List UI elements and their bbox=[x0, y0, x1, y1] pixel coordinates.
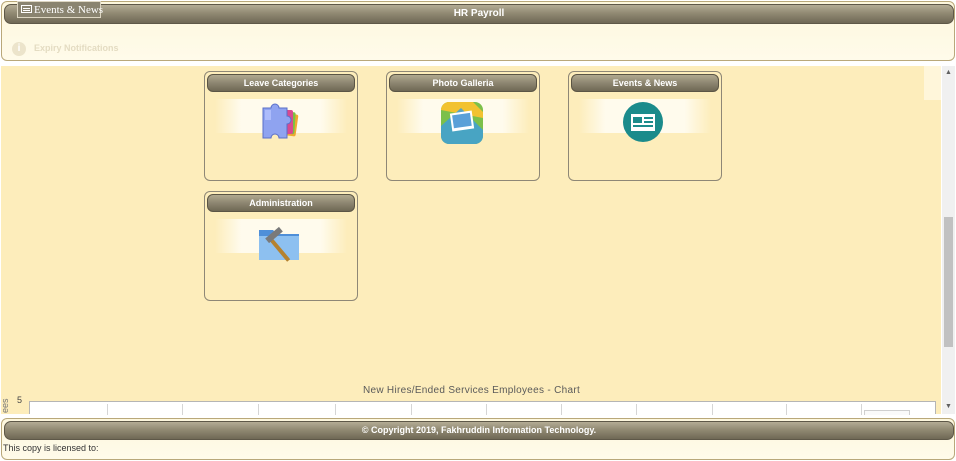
chart-y-tick: 5 bbox=[17, 395, 23, 405]
chart-gridline bbox=[107, 404, 108, 415]
copyright-bar: © Copyright 2019, Fakhruddin Information… bbox=[4, 421, 954, 440]
tile-title: Leave Categories bbox=[207, 74, 355, 92]
chart-legend bbox=[864, 410, 910, 415]
expiry-notifications[interactable]: i Expiry Notifications bbox=[12, 40, 119, 56]
photo-gallery-icon bbox=[441, 102, 483, 144]
copyright-text: © Copyright 2019, Fakhruddin Information… bbox=[361, 425, 597, 435]
scroll-thumb[interactable] bbox=[944, 217, 953, 347]
chart-plot-area bbox=[29, 401, 936, 415]
vertical-scrollbar[interactable]: ▲ ▼ bbox=[942, 66, 955, 414]
chart-gridline bbox=[335, 404, 336, 415]
chart-gridline bbox=[712, 404, 713, 415]
tile-title: Administration bbox=[207, 194, 355, 212]
app-title: HR Payroll bbox=[453, 8, 505, 19]
chart-gridline bbox=[486, 404, 487, 415]
newspaper-icon bbox=[21, 5, 32, 13]
chart-gridline bbox=[861, 404, 862, 415]
scroll-up-arrow-icon[interactable]: ▲ bbox=[942, 66, 955, 80]
chart-gridline bbox=[411, 404, 412, 415]
chart-gridline bbox=[636, 404, 637, 415]
chart-y-axis-label: ees bbox=[0, 398, 10, 413]
window-tab[interactable]: Events & News bbox=[17, 1, 104, 18]
chart-gridline bbox=[182, 404, 183, 415]
tile-title: Events & News bbox=[571, 74, 719, 92]
chart-gridline bbox=[258, 404, 259, 415]
expiry-notifications-label: Expiry Notifications bbox=[34, 43, 119, 53]
license-text: This copy is licensed to: bbox=[3, 443, 99, 453]
info-icon: i bbox=[12, 41, 26, 56]
header-panel: HR Payroll i Expiry Notifications bbox=[1, 1, 955, 61]
scroll-down-arrow-icon[interactable]: ▼ bbox=[942, 400, 955, 414]
tile-title: Photo Galleria bbox=[389, 74, 537, 92]
puzzle-pages-icon bbox=[262, 103, 299, 139]
dashboard-content: Leave Categories Photo Galleria Events &… bbox=[1, 66, 941, 414]
tile-administration[interactable]: Administration bbox=[204, 191, 358, 301]
tile-events-news[interactable]: Events & News bbox=[568, 71, 722, 181]
tile-leave-categories[interactable]: Leave Categories bbox=[204, 71, 358, 181]
chart-gridline bbox=[786, 404, 787, 415]
window-tab-label: Events & News bbox=[34, 4, 104, 16]
chart-title: New Hires/Ended Services Employees - Cha… bbox=[362, 385, 581, 396]
chart-gridline bbox=[561, 404, 562, 415]
folder-hammer-icon bbox=[259, 226, 299, 262]
tile-photo-galleria[interactable]: Photo Galleria bbox=[386, 71, 540, 181]
app-title-bar: HR Payroll bbox=[4, 4, 954, 24]
footer-panel: © Copyright 2019, Fakhruddin Information… bbox=[1, 418, 955, 460]
newspaper-icon bbox=[623, 102, 663, 142]
